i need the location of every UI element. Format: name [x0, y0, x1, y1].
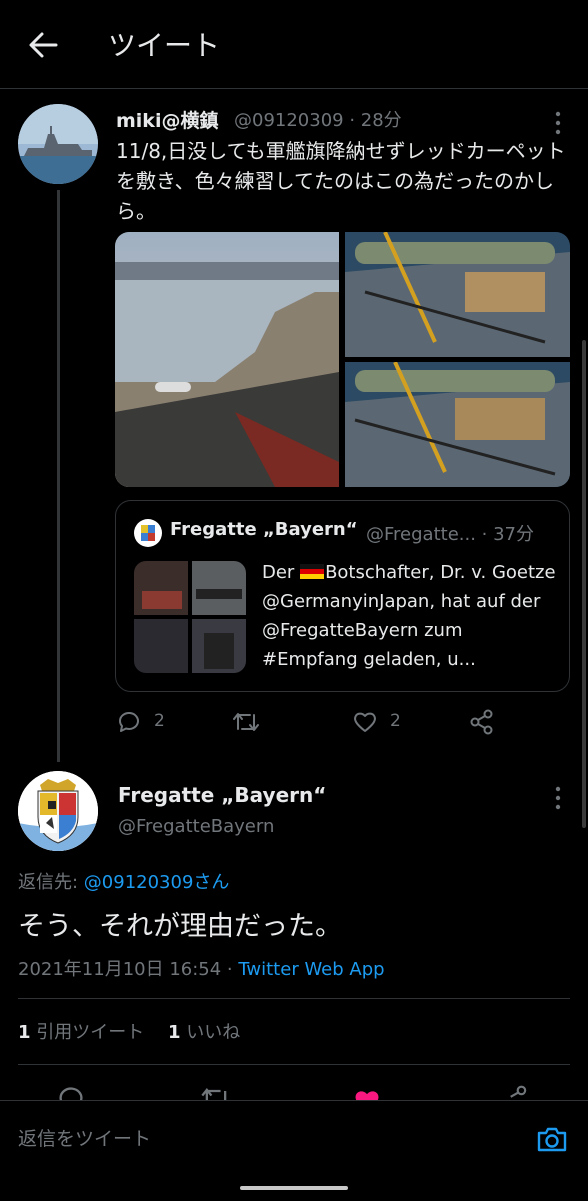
like-count: 2 [390, 711, 401, 731]
back-arrow-icon[interactable] [26, 28, 60, 62]
author-name[interactable]: miki@横鎮 [116, 106, 218, 133]
quoted-tweet-text: Der Botschafter, Dr. v. Goetze @Germanyi… [262, 558, 557, 674]
german-flag-icon [300, 564, 325, 579]
reply-button[interactable]: 2 [116, 707, 176, 737]
reply-input[interactable]: 返信をツイート [18, 1124, 151, 1151]
quoted-author-name: Fregatte „Bayern“ [170, 519, 358, 540]
like-label: いいね [180, 1022, 241, 1043]
divider [18, 998, 570, 999]
tweet-stats: 1 引用ツイート 1 いいね [18, 1018, 240, 1044]
like-button[interactable]: 2 [352, 707, 412, 737]
likes-stat[interactable]: 1 いいね [168, 1022, 240, 1043]
divider [18, 1064, 570, 1065]
tweet-photo[interactable] [345, 362, 570, 487]
quote-label: 引用ツイート [30, 1022, 145, 1043]
quoted-author-handle-time: @Fregatte... · 37分 [366, 524, 535, 545]
author-handle[interactable]: @FregatteBayern [118, 816, 274, 837]
retweet-button[interactable] [232, 707, 262, 737]
home-indicator [240, 1186, 348, 1190]
retweet-icon[interactable] [200, 1084, 240, 1100]
heart-icon[interactable] [352, 1086, 392, 1100]
share-icon [470, 709, 493, 735]
quoted-photo-thumbnail [134, 561, 246, 673]
replying-to-user-link[interactable]: @09120309さん [84, 872, 230, 893]
like-count: 1 [168, 1022, 181, 1043]
tweet-metadata: 2021年11月10日 16:54 · Twitter Web App [18, 955, 385, 981]
author-name[interactable]: Fregatte „Bayern“ [118, 783, 326, 807]
quote-count: 1 [18, 1022, 31, 1043]
reply-icon[interactable] [56, 1084, 96, 1100]
replying-to-label: 返信先: [18, 872, 84, 893]
page-title: ツイート [108, 29, 221, 62]
share-button[interactable] [468, 707, 498, 737]
quoted-text-start: Der [262, 562, 301, 583]
tweet-datetime[interactable]: 2021年11月10日 16:54 · [18, 959, 238, 980]
more-options-icon[interactable] [548, 783, 568, 813]
quote-tweets-stat[interactable]: 1 引用ツイート [18, 1022, 144, 1043]
replying-to: 返信先: @09120309さん [18, 868, 229, 894]
more-options-icon[interactable] [548, 108, 568, 138]
avatar[interactable] [18, 771, 98, 851]
scrollbar[interactable] [582, 340, 586, 828]
share-icon[interactable] [500, 1084, 540, 1100]
avatar[interactable] [18, 104, 98, 184]
quoted-tweet[interactable]: Fregatte „Bayern“ @Fregatte... · 37分 Der… [115, 500, 570, 692]
tweet-photo[interactable] [345, 232, 570, 357]
reply-icon [118, 711, 139, 732]
author-handle-time: @09120309 · 28分 [234, 110, 402, 131]
retweet-icon [233, 713, 259, 731]
heart-icon [354, 712, 376, 732]
tweet-text: そう、それが理由だった。 [18, 911, 342, 942]
top-bar: ツイート [0, 0, 588, 89]
thread-line [57, 190, 60, 762]
reply-count: 2 [154, 711, 165, 731]
tweet-text: 11/8,日没しても軍艦旗降納せずレッドカーペットを敷き、色々練習してたのはこの… [116, 139, 566, 223]
tweet-client-link[interactable]: Twitter Web App [238, 959, 384, 980]
avatar [134, 519, 162, 547]
camera-icon[interactable] [536, 1124, 568, 1154]
tweet-photo[interactable] [115, 232, 339, 487]
